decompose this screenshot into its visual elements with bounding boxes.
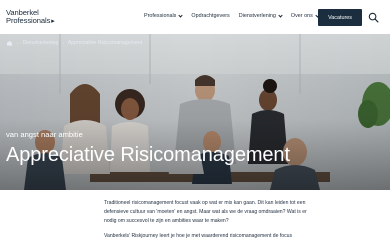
hero-subtitle: van angst naar ambitie	[6, 130, 83, 139]
nav-item-over-ons[interactable]: Over ons	[290, 12, 320, 19]
vacatures-button[interactable]: Vacatures	[318, 9, 362, 26]
home-icon[interactable]	[6, 40, 13, 46]
logo[interactable]: Vanberkel Professionals▸	[6, 9, 55, 26]
breadcrumb-separator-icon: ›	[17, 40, 19, 46]
nav-item-label: Over ons	[290, 13, 313, 19]
intro-text: Traditioneel risicomanagement focust vaa…	[104, 199, 316, 240]
page-title: Appreciative Risicomanagement	[6, 144, 290, 166]
site-header: Vanberkel Professionals▸ Professionals O…	[0, 0, 390, 34]
breadcrumb: › Dienstverlening › Appreciative Risicom…	[6, 40, 142, 46]
nav-item-label: Opdrachtgevers	[191, 13, 230, 19]
logo-line-2: Professionals▸	[6, 16, 55, 26]
hero-banner: › Dienstverlening › Appreciative Risicom…	[0, 34, 390, 190]
main-nav: Professionals Opdrachtgevers Dienstverle…	[144, 12, 320, 19]
breadcrumb-separator-icon: ›	[62, 40, 64, 46]
breadcrumb-item-current: Appreciative Risicomanagement	[67, 40, 143, 46]
nav-item-label: Dienstverlening	[238, 13, 276, 19]
nav-item-professionals[interactable]: Professionals	[144, 12, 183, 19]
logo-arrow-icon: ▸	[51, 18, 55, 25]
intro-paragraph-1: Traditioneel risicomanagement focust vaa…	[104, 200, 307, 225]
nav-item-dienstverlening[interactable]: Dienstverlening	[238, 12, 283, 19]
nav-item-label: Professionals	[144, 13, 177, 19]
nav-item-opdrachtgevers[interactable]: Opdrachtgevers	[191, 13, 229, 19]
breadcrumb-item-dienstverlening[interactable]: Dienstverlening	[23, 40, 59, 46]
chevron-down-icon	[178, 12, 183, 18]
intro-paragraph-2: Vanberkels' Riskjourney leert je hoe je …	[104, 232, 293, 239]
chevron-down-icon	[278, 12, 283, 18]
search-icon[interactable]	[368, 12, 379, 23]
